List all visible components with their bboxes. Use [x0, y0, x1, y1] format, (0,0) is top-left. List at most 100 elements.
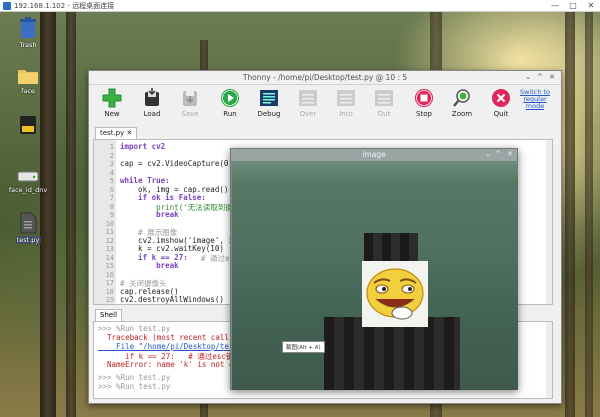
line-number: 1 [109, 143, 114, 151]
debug-button[interactable]: Debug [254, 88, 284, 118]
line-number: 19 [105, 296, 114, 304]
shell-line: >>> %Run test.py [98, 324, 171, 333]
run-button[interactable]: Run [215, 88, 245, 118]
run-label: Run [223, 110, 237, 118]
step-out-icon [375, 90, 393, 106]
emoji-sticker [362, 261, 428, 327]
step-over-label: Over [299, 110, 317, 118]
step-over-icon [299, 90, 317, 106]
load-label: Load [143, 110, 161, 118]
quit-button[interactable]: Quit [486, 88, 516, 118]
shell-line: Traceback (most recent call [98, 333, 229, 342]
zoom-icon [453, 89, 470, 107]
shell-line: NameError: name 'k' is not d [98, 360, 234, 369]
shell-line: >>> %Run test.py [98, 382, 171, 391]
desktop-icon-face-id-dnv[interactable]: face_id_dnv [2, 168, 54, 194]
line-number-gutter: 1 2 3 4 5 6 7 8 9 10 11 12 13 14 15 16 1… [94, 140, 116, 304]
shell-line: >>> %Run test.py [98, 373, 171, 382]
debug-icon [260, 90, 278, 106]
line-number: 2 [109, 151, 114, 160]
step-out-label: Out [377, 110, 391, 118]
desktop-icon-label: Trash [19, 41, 37, 49]
line-number: 18 [105, 287, 114, 296]
image-window: image ⌄ ^ ✕ [230, 148, 518, 390]
maximize-button[interactable]: □ [564, 0, 582, 12]
camera-frame [232, 161, 518, 390]
desktop-icon-trash[interactable]: Trash [8, 17, 48, 49]
load-icon [145, 88, 159, 106]
screenshot-tooltip: 截图(Alt + A) [282, 341, 325, 353]
toolbar: New Load Save Run Debug Over Into Out St… [89, 85, 561, 125]
minimize-button[interactable]: — [546, 0, 564, 12]
desktop-icon-label: face [21, 87, 35, 95]
line-number: 15 [105, 262, 114, 270]
editor-scrollbar[interactable] [546, 140, 552, 304]
code-line: cv2.destroyAllWindows() [120, 295, 224, 304]
file-icon [20, 212, 37, 234]
close-button[interactable]: ✕ [549, 73, 555, 81]
line-number: 4 [109, 168, 114, 177]
save-button[interactable]: Save [175, 88, 205, 118]
desktop-icon-sd-card[interactable] [8, 114, 48, 138]
line-number: 14 [105, 253, 114, 262]
line-number: 12 [105, 236, 114, 245]
sd-card-icon [20, 116, 36, 134]
line-number: 3 [109, 160, 114, 168]
line-number: 16 [105, 270, 114, 279]
close-button[interactable]: ✕ [582, 0, 600, 12]
quit-icon [492, 89, 510, 107]
desktop-icon-label: face_id_dnv [8, 186, 48, 194]
minimize-button[interactable]: ⌄ [485, 150, 491, 158]
remote-desktop-icon [3, 2, 11, 10]
stop-icon [415, 89, 433, 107]
remote-desktop-title: 192.168.1.102 - 远程桌面连接 [14, 2, 115, 10]
maximize-button[interactable]: ^ [495, 150, 501, 158]
line-number: 11 [105, 228, 114, 236]
line-number: 8 [109, 202, 114, 211]
step-into-button[interactable]: Into [331, 88, 361, 118]
run-icon [221, 89, 239, 107]
debug-label: Debug [257, 110, 281, 118]
code-line: cap = cv2.VideoCapture(0) [120, 159, 233, 168]
load-button[interactable]: Load [137, 88, 167, 118]
new-plus-icon [102, 88, 122, 108]
shell-tab[interactable]: Shell [95, 309, 123, 321]
new-label: New [104, 110, 120, 118]
maximize-button[interactable]: ^ [537, 73, 543, 81]
step-out-button[interactable]: Out [369, 88, 399, 118]
minimize-button[interactable]: ⌄ [525, 73, 531, 81]
thonny-titlebar: Thonny - /home/pi/Desktop/test.py @ 10 :… [89, 71, 561, 85]
line-number: 17 [105, 279, 114, 287]
thonny-title: Thonny - /home/pi/Desktop/test.py @ 10 :… [242, 73, 408, 82]
step-into-icon [337, 90, 355, 106]
line-number: 5 [109, 177, 114, 185]
desktop-icon-test-py[interactable]: test.py [8, 212, 48, 244]
zoom-button[interactable]: Zoom [447, 88, 477, 118]
save-icon [183, 91, 197, 106]
stop-button[interactable]: Stop [409, 88, 439, 118]
shell-scrollbar[interactable] [546, 322, 552, 398]
line-number: 13 [105, 245, 114, 253]
line-number: 6 [109, 185, 114, 194]
trash-icon [20, 17, 36, 38]
code-line: break [120, 210, 179, 219]
desktop-icon-label: test.py [14, 236, 42, 244]
line-number: 10 [105, 219, 114, 228]
stop-label: Stop [416, 110, 432, 118]
editor-tab-test-py[interactable]: test.py ✕ [95, 127, 138, 139]
image-window-titlebar: image ⌄ ^ ✕ [231, 149, 517, 161]
switch-mode-link[interactable]: Switch to regular mode [515, 89, 555, 110]
new-button[interactable]: New [97, 88, 127, 118]
remote-desktop-titlebar: 192.168.1.102 - 远程桌面连接 — □ ✕ [0, 0, 600, 12]
code-line: break [120, 261, 179, 270]
quit-label: Quit [493, 110, 509, 118]
zoom-label: Zoom [451, 110, 473, 118]
desktop-icon-face[interactable]: face [8, 67, 48, 95]
step-over-button[interactable]: Over [293, 88, 323, 118]
close-button[interactable]: ✕ [507, 150, 513, 158]
laughing-emoji-icon [366, 268, 424, 320]
folder-icon [18, 70, 38, 84]
image-window-title: image [362, 150, 386, 159]
shell-traceback-link[interactable]: File "/home/pi/Desktop/tes [98, 342, 233, 351]
pixelated-body [324, 317, 460, 390]
